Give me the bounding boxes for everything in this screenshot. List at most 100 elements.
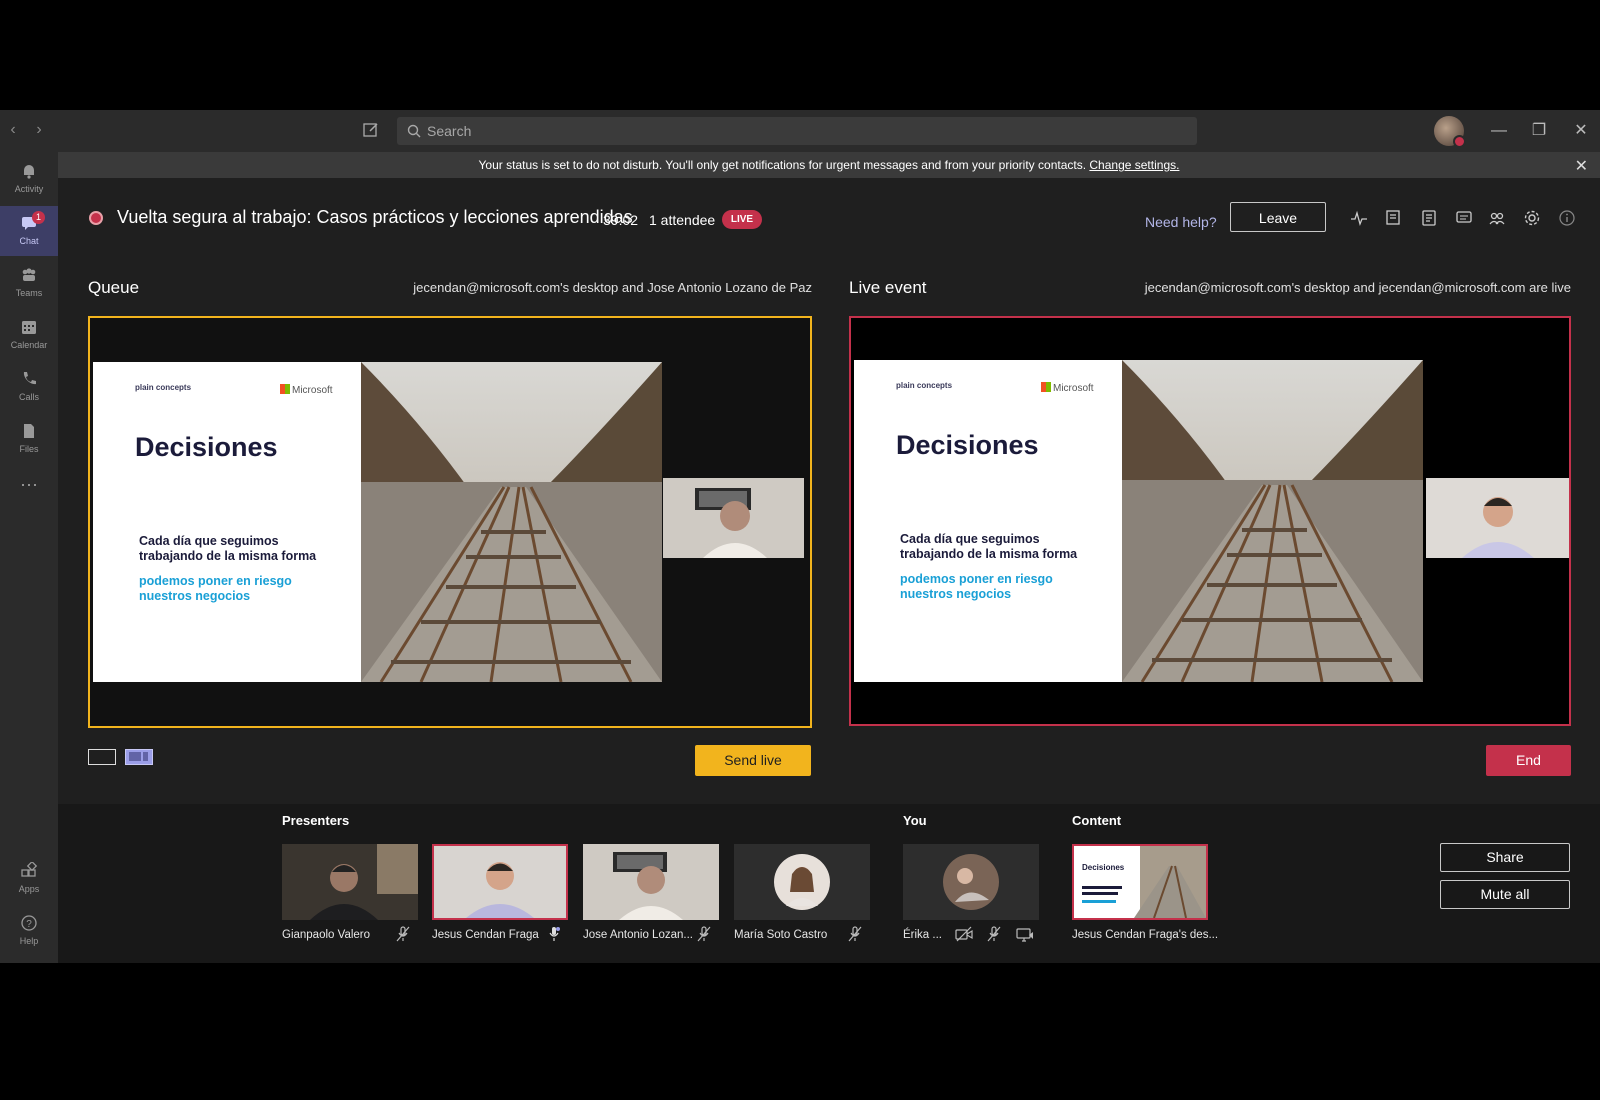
change-settings-link[interactable]: Change settings. [1089, 158, 1179, 172]
mic-muted-icon[interactable] [697, 926, 711, 942]
rail-teams[interactable]: Teams [0, 258, 58, 308]
meeting-chat-icon[interactable] [1455, 209, 1473, 227]
close-window-icon[interactable]: ✕ [1570, 120, 1592, 142]
rail-help[interactable]: ? Help [0, 906, 58, 956]
presenters-label: Presenters [282, 813, 350, 828]
you-name: Érika ... [903, 929, 942, 941]
slide-line-1: Cada día que seguimos trabajando de la m… [900, 532, 1078, 561]
rail-activity[interactable]: Activity [0, 154, 58, 204]
rail-teams-label: Teams [15, 288, 43, 298]
microsoft-logo: Microsoft [280, 384, 333, 396]
notes-icon[interactable] [1385, 209, 1403, 227]
content-name: Jesus Cendan Fraga's des... [1072, 929, 1219, 941]
leave-button[interactable]: Leave [1230, 202, 1326, 232]
slide-heading: Decisiones [135, 432, 278, 462]
queue-preview[interactable]: plain concepts Microsoft Decisiones Cada… [88, 316, 812, 728]
plain-concepts-logo: plain concepts [135, 383, 192, 392]
you-tile[interactable] [903, 844, 1039, 920]
settings-gear-icon[interactable] [1523, 209, 1541, 227]
side-by-side-layout-button[interactable] [125, 749, 153, 765]
svg-text:Decisiones: Decisiones [1082, 863, 1125, 872]
chat-badge: 1 [32, 211, 45, 224]
presenter-name: María Soto Castro [734, 929, 828, 941]
close-notification-icon[interactable]: ✕ [1575, 156, 1588, 176]
slide-heading: Decisiones [896, 430, 1039, 460]
health-monitor-icon[interactable] [1350, 209, 1368, 227]
content-label: Content [1072, 813, 1122, 828]
rail-calendar[interactable]: Calendar [0, 310, 58, 360]
recording-icon [89, 211, 103, 225]
mute-all-button[interactable]: Mute all [1440, 880, 1570, 909]
need-help-link[interactable]: Need help? [1145, 214, 1217, 230]
you-label: You [903, 813, 927, 828]
end-event-button[interactable]: End [1486, 745, 1571, 776]
info-icon[interactable] [1558, 209, 1576, 227]
bell-icon [24, 165, 34, 179]
rail-files-label: Files [19, 444, 39, 454]
search-input[interactable]: Search [397, 117, 1197, 145]
rail-apps[interactable]: Apps [0, 854, 58, 904]
back-arrow-icon[interactable]: ‹ [6, 122, 20, 138]
single-layout-button[interactable] [88, 749, 116, 765]
share-screen-icon[interactable] [1016, 926, 1034, 942]
presenter-name: Gianpaolo Valero [282, 929, 371, 941]
mic-active-icon[interactable] [547, 926, 561, 942]
presenter-tile[interactable] [282, 844, 418, 920]
rail-chat-label: Chat [19, 236, 39, 246]
meeting-details-icon[interactable] [1420, 209, 1438, 227]
help-icon: ? [21, 915, 37, 931]
profile-avatar[interactable] [1434, 116, 1466, 148]
microsoft-squares-icon [1041, 382, 1051, 392]
search-icon [407, 124, 421, 138]
mic-muted-icon[interactable] [848, 926, 862, 942]
live-event-title: Live event [849, 278, 927, 297]
rail-apps-label: Apps [18, 884, 40, 894]
phone-icon [23, 372, 36, 385]
camera-off-icon[interactable] [955, 926, 973, 942]
rail-calls-label: Calls [18, 392, 39, 402]
rail-calls[interactable]: Calls [0, 362, 58, 412]
plain-concepts-logo: plain concepts [896, 381, 953, 390]
queue-subtitle: jecendan@microsoft.com's desktop and Jos… [413, 280, 812, 295]
railway-track-photo [1122, 360, 1423, 682]
microsoft-logo: Microsoft [1041, 382, 1094, 394]
presenter-tile[interactable] [734, 844, 870, 920]
apps-icon [21, 862, 38, 877]
compose-icon[interactable] [362, 121, 380, 139]
send-live-button[interactable]: Send live [695, 745, 811, 776]
app-rail: Activity 1 Chat Teams Calendar Calls Fil… [0, 152, 58, 963]
rail-chat[interactable]: 1 Chat [0, 206, 58, 256]
mic-muted-icon[interactable] [987, 926, 1001, 942]
microsoft-brand-text: Microsoft [292, 385, 333, 396]
microsoft-squares-icon [280, 384, 290, 394]
presenter-name: Jesus Cendan Fraga [432, 929, 539, 941]
restore-icon[interactable]: ❐ [1528, 120, 1550, 142]
live-event-preview[interactable]: plain concepts Microsoft Decisiones Cada… [849, 316, 1571, 726]
forward-arrow-icon[interactable]: › [32, 122, 46, 138]
content-tile[interactable]: Decisiones [1072, 844, 1208, 920]
live-camera-feed [1426, 478, 1569, 558]
live-slide-text-panel: plain concepts Microsoft Decisiones Cada… [854, 360, 1122, 682]
calendar-icon [22, 321, 36, 334]
rail-activity-label: Activity [14, 184, 44, 194]
meeting-timer: 39:02 [603, 212, 639, 228]
queue-slide-text-panel: plain concepts Microsoft Decisiones Cada… [93, 362, 361, 682]
minimize-icon[interactable]: — [1488, 120, 1510, 142]
search-placeholder: Search [427, 123, 472, 139]
presenter-tile[interactable] [432, 844, 568, 920]
rail-help-label: Help [19, 936, 39, 946]
dnd-status-icon [1453, 135, 1466, 148]
participants-icon[interactable] [1488, 209, 1506, 227]
presenter-name: Jose Antonio Lozan... [583, 929, 693, 941]
rail-files[interactable]: Files [0, 414, 58, 464]
presenter-tile[interactable] [583, 844, 719, 920]
mic-muted-icon[interactable] [396, 926, 410, 942]
svg-text:?: ? [26, 919, 32, 930]
teams-icon [22, 268, 36, 281]
dnd-notification-bar: Your status is set to do not disturb. Yo… [58, 152, 1600, 178]
queue-title: Queue [88, 278, 140, 297]
share-button[interactable]: Share [1440, 843, 1570, 872]
live-event-subtitle: jecendan@microsoft.com's desktop and jec… [1144, 280, 1571, 295]
live-badge: LIVE [722, 210, 762, 229]
more-apps-icon[interactable]: ⋯ [0, 470, 58, 500]
